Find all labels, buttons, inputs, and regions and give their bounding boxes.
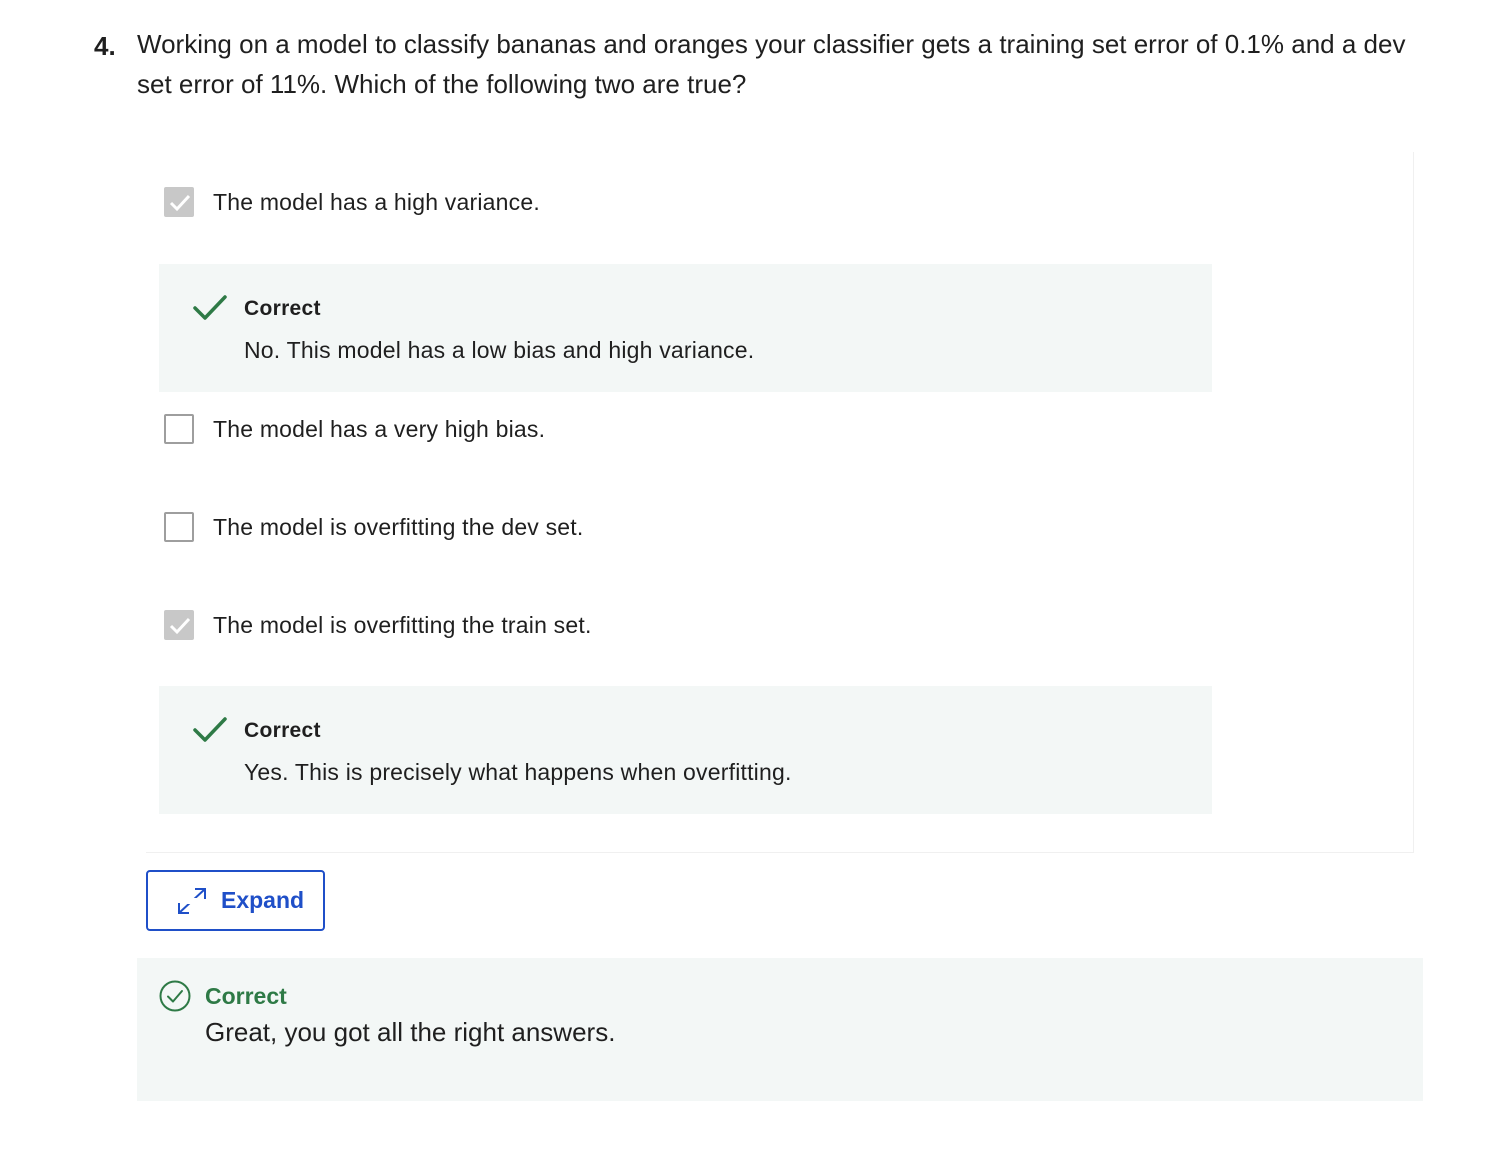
result-text: Great, you got all the right answers. xyxy=(205,1017,616,1047)
option-feedback-correct: Correct No. This model has a low bias an… xyxy=(159,264,1212,392)
option-high-variance[interactable]: The model has a high variance. xyxy=(164,186,540,218)
result-panel: Correct Great, you got all the right ans… xyxy=(137,958,1423,1101)
checkbox-unchecked[interactable] xyxy=(164,512,194,542)
option-label: The model is overfitting the train set. xyxy=(213,611,592,638)
feedback-title: Correct xyxy=(244,719,321,742)
expand-button[interactable]: Expand xyxy=(146,870,325,931)
checkmark-icon xyxy=(169,194,191,212)
checkmark-icon xyxy=(193,295,227,320)
expand-button-label: Expand xyxy=(221,887,305,913)
checkbox-checked[interactable] xyxy=(164,187,194,217)
feedback-text: No. This model has a low bias and high v… xyxy=(244,337,755,363)
feedback-text: Yes. This is precisely what happens when… xyxy=(244,759,792,785)
checkmark-icon xyxy=(193,717,227,742)
option-label: The model has a very high bias. xyxy=(213,415,546,442)
checkbox-checked[interactable] xyxy=(164,610,194,640)
check-circle-icon xyxy=(159,980,191,1012)
result-title: Correct xyxy=(205,983,287,1009)
expand-arrows-icon xyxy=(178,888,206,914)
feedback-title: Correct xyxy=(244,297,321,320)
option-label: The model is overfitting the dev set. xyxy=(213,513,584,540)
question-text: Working on a model to classify bananas a… xyxy=(137,29,1406,99)
checkmark-icon xyxy=(169,617,191,635)
question-number: 4. xyxy=(94,31,116,61)
option-feedback-correct: Correct Yes. This is precisely what happ… xyxy=(159,686,1212,814)
option-label: The model has a high variance. xyxy=(213,188,540,215)
option-high-bias[interactable]: The model has a very high bias. xyxy=(164,413,545,445)
option-overfitting-train[interactable]: The model is overfitting the train set. xyxy=(164,609,592,641)
checkbox-unchecked[interactable] xyxy=(164,414,194,444)
option-overfitting-dev[interactable]: The model is overfitting the dev set. xyxy=(164,511,583,543)
